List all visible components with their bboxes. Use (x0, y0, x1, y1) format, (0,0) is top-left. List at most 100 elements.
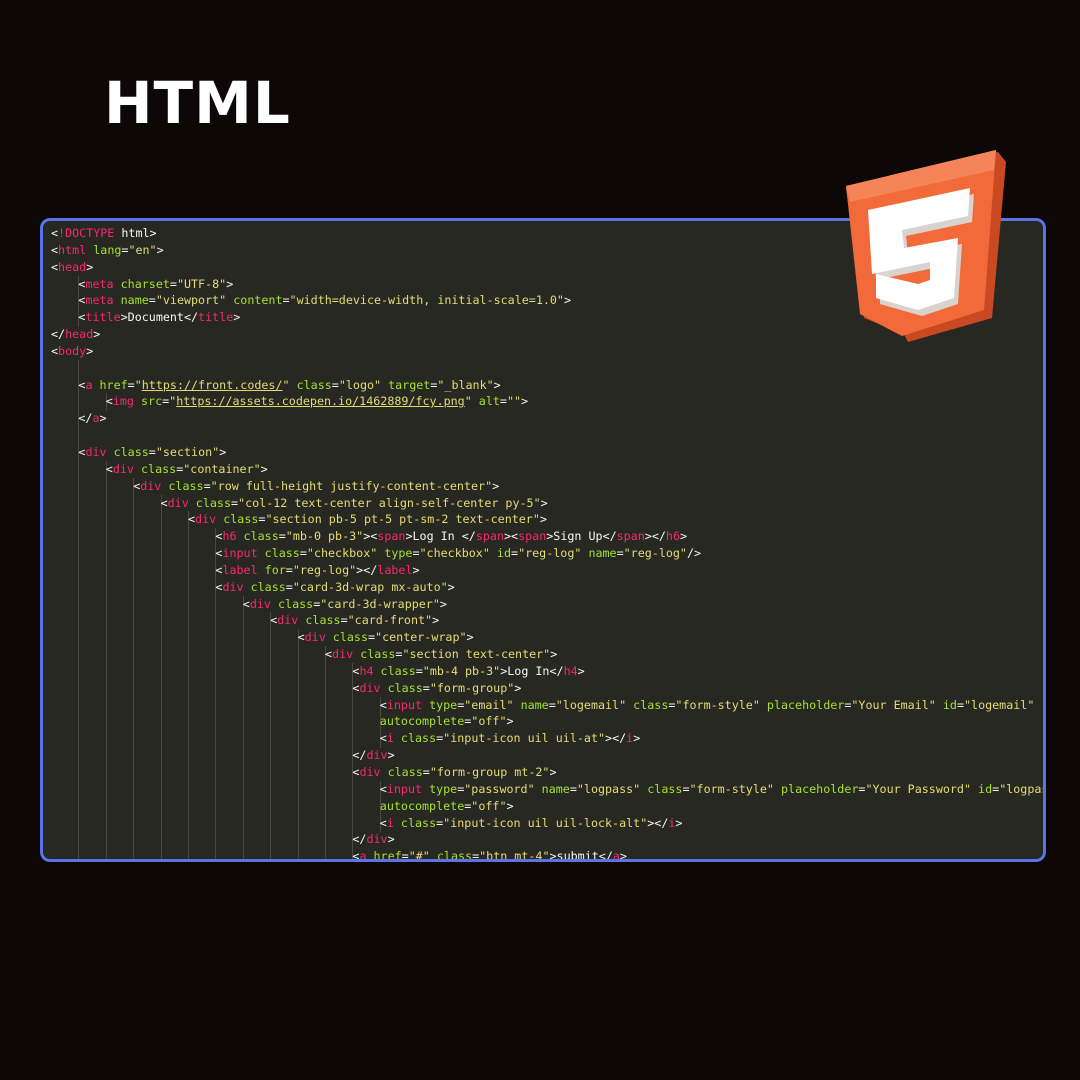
code-line-content: <input class="checkbox" type="checkbox" … (215, 545, 701, 562)
code-token: class (393, 815, 437, 830)
code-line: autocomplete="off"> (51, 797, 1043, 816)
indent-guide (215, 679, 217, 698)
indent-guide (297, 696, 299, 715)
code-line-content: <div class="card-3d-wrap mx-auto"> (215, 579, 454, 596)
code-token: " (464, 394, 472, 409)
code-token: class (161, 478, 204, 493)
indent-guide (78, 662, 80, 681)
code-token: > (504, 529, 512, 544)
code-token: > (93, 327, 101, 342)
code-token: > (549, 849, 557, 862)
page-title: HTML (104, 69, 291, 137)
indent-guide (188, 831, 189, 850)
code-token: "logpass" (576, 781, 641, 796)
indent-guide (242, 696, 244, 715)
indent-guide (188, 713, 189, 732)
indent-guide (78, 814, 80, 833)
indent-guide (160, 747, 162, 765)
code-token: class (380, 765, 423, 779)
indent-guide (160, 780, 162, 799)
code-token: div (85, 444, 107, 459)
code-token: < (379, 781, 387, 796)
code-token: = (299, 546, 307, 561)
indent-guide (215, 612, 217, 631)
indent-guide (105, 646, 107, 664)
code-line: </a> (51, 410, 1043, 429)
code-token: class (325, 630, 368, 645)
code-token: "form-style" (689, 781, 774, 796)
code-token: class (640, 781, 683, 796)
indent-guide (325, 662, 326, 681)
indent-guide (133, 494, 135, 513)
code-token: > (619, 849, 627, 862)
code-token: < (242, 596, 250, 611)
code-token: head (58, 259, 87, 274)
indent-guide (78, 511, 80, 530)
code-token: "" (506, 394, 522, 409)
code-line-content: </a> (78, 410, 106, 427)
code-line-content: autocomplete="off"> (380, 798, 514, 815)
code-token: class (353, 647, 396, 662)
code-token: content (226, 293, 283, 308)
code-token: class (626, 697, 669, 712)
code-token: span (377, 529, 406, 544)
code-token: https://assets.codepen.io/1462889/fcy.pn… (176, 394, 465, 409)
indent-guide (78, 612, 80, 631)
code-token: id (489, 546, 512, 561)
code-line: <div class="section pb-5 pt-5 pt-sm-2 te… (51, 511, 1043, 530)
indent-guide (297, 747, 299, 765)
code-line-content: </div> (352, 831, 394, 848)
indent-guide (105, 528, 107, 547)
indent-guide (242, 831, 244, 850)
indent-guide (160, 764, 162, 782)
indent-guide (105, 780, 107, 799)
indent-guide (133, 561, 135, 580)
indent-guide (133, 578, 135, 597)
code-token: = (148, 444, 156, 459)
indent-guide (105, 612, 107, 631)
indent-guide (188, 780, 189, 799)
indent-guide (270, 646, 272, 664)
code-token: class (133, 461, 177, 476)
indent-guide (188, 528, 189, 547)
code-token: "section" (155, 444, 220, 459)
indent-guide (160, 814, 162, 833)
code-token: a (612, 849, 620, 862)
indent-guide (325, 696, 326, 715)
code-token: > (387, 832, 395, 847)
code-token: "section pb-5 pt-5 pt-sm-2 text-center" (265, 512, 540, 527)
indent-guide (160, 662, 162, 681)
indent-guide (133, 764, 135, 782)
code-token: > (226, 276, 234, 291)
code-line: <div class="card-front"> (51, 612, 1043, 631)
indent-guide (133, 646, 135, 664)
code-token: = (127, 377, 135, 392)
code-token: title (85, 310, 121, 325)
code-token: = (548, 697, 556, 712)
code-token: > (219, 444, 227, 459)
code-token: > (432, 613, 440, 628)
indent-guide (352, 696, 354, 715)
indent-guide (325, 831, 326, 850)
code-token: > (675, 815, 683, 830)
code-token: https://front.codes/ (141, 377, 283, 392)
code-token: > (633, 731, 641, 746)
code-line-content: <div class="row full-height justify-cont… (133, 478, 499, 495)
indent-guide (352, 780, 354, 799)
indent-guide (242, 848, 244, 859)
code-token: "mb-4 pb-3" (422, 663, 501, 678)
indent-guide (133, 713, 135, 732)
html5-logo-icon (846, 150, 1006, 342)
code-token: "input-icon uil uil-at" (443, 731, 606, 746)
indent-guide (215, 848, 217, 859)
code-line-content: <a href="#" class="btn mt-4">submit</a> (352, 848, 627, 862)
code-token: /> (686, 546, 702, 561)
indent-guide (160, 561, 162, 580)
code-token: submit (556, 849, 599, 862)
code-token: </ (352, 832, 367, 847)
code-token: "Your Password" (865, 781, 972, 796)
code-token: = (499, 394, 507, 409)
code-token: !DOCTYPE (58, 226, 115, 240)
indent-guide (160, 679, 162, 698)
indent-guide (325, 713, 326, 732)
